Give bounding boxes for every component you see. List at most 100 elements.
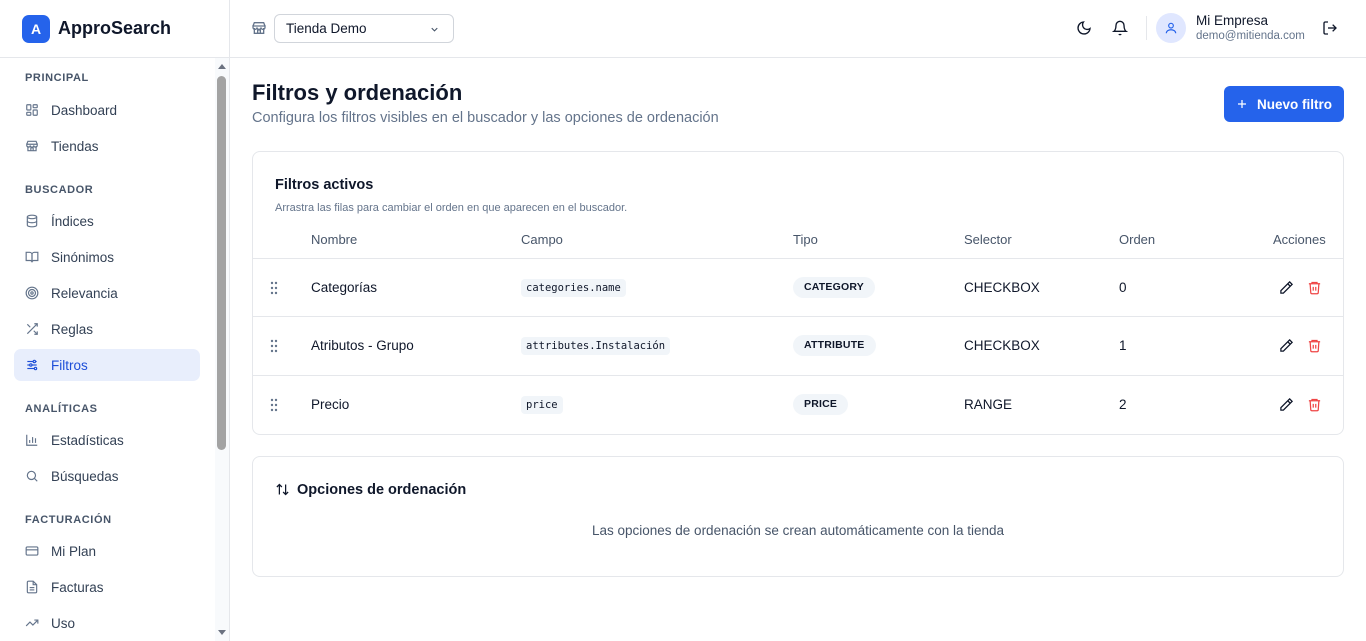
scroll-down-arrow[interactable] xyxy=(218,630,226,635)
section-label-buscador: BUSCADOR xyxy=(25,184,94,196)
filter-field: price xyxy=(521,396,563,414)
sort-arrows-icon xyxy=(276,483,289,496)
trash-icon[interactable] xyxy=(1307,338,1322,353)
pencil-icon[interactable] xyxy=(1279,397,1294,412)
filter-name: Atributos - Grupo xyxy=(311,338,414,353)
brand-logo: A xyxy=(22,14,50,43)
sidebar-nav: PRINCIPAL Dashboard Tiendas BUSCADOR Índ… xyxy=(0,58,215,641)
drag-handle-icon[interactable] xyxy=(270,339,278,353)
filter-name: Precio xyxy=(311,397,350,412)
sort-options-card: Opciones de ordenación Las opciones de o… xyxy=(252,456,1344,577)
sidebar-item-relevancia[interactable]: Relevancia xyxy=(14,277,200,309)
sidebar-item-label: Relevancia xyxy=(51,285,118,301)
table-row[interactable]: Categorías categories.name CATEGORY CHEC… xyxy=(253,258,1343,316)
sidebar-item-label: Índices xyxy=(51,213,94,229)
filter-selector: RANGE xyxy=(964,397,1013,412)
file-text-icon xyxy=(26,580,38,594)
sidebar-scrollbar[interactable] xyxy=(215,58,229,641)
pencil-icon[interactable] xyxy=(1279,280,1294,295)
sidebar-item-filtros[interactable]: Filtros xyxy=(14,349,200,381)
sidebar-item-label: Uso xyxy=(51,615,76,631)
sidebar-item-facturas[interactable]: Facturas xyxy=(14,571,200,603)
column-header-selector: Selector xyxy=(964,232,1012,247)
pencil-icon[interactable] xyxy=(1279,338,1294,353)
sidebar-item-label: Facturas xyxy=(51,579,104,595)
sidebar-item-uso[interactable]: Uso xyxy=(14,607,200,639)
moon-icon[interactable] xyxy=(1076,20,1092,36)
table-row[interactable]: Precio price PRICE RANGE 2 xyxy=(253,375,1343,433)
sidebar-item-dashboard[interactable]: Dashboard xyxy=(14,94,200,126)
bar-chart-icon xyxy=(26,434,38,446)
avatar[interactable] xyxy=(1156,13,1186,43)
filter-selector: CHECKBOX xyxy=(964,280,1040,295)
user-email: demo@mitienda.com xyxy=(1196,30,1305,42)
active-filters-subtitle: Arrastra las filas para cambiar el orden… xyxy=(275,202,628,214)
column-header-tipo: Tipo xyxy=(793,232,818,247)
sidebar-item-label: Dashboard xyxy=(51,102,118,118)
filter-order: 1 xyxy=(1119,338,1127,353)
sidebar-item-reglas[interactable]: Reglas xyxy=(14,313,200,345)
search-icon xyxy=(26,470,38,482)
sidebar: A ApproSearch PRINCIPAL Dashboard Tienda… xyxy=(0,0,230,641)
scrollbar-thumb[interactable] xyxy=(217,76,226,450)
sidebar-item-label: Reglas xyxy=(51,321,94,337)
sort-options-message: Las opciones de ordenación se crean auto… xyxy=(591,523,1005,538)
section-label-facturacion: FACTURACIÓN xyxy=(25,514,112,526)
table-row[interactable]: Atributos - Grupo attributes.Instalación… xyxy=(253,316,1343,374)
shuffle-icon xyxy=(26,323,38,335)
trash-icon[interactable] xyxy=(1307,280,1322,295)
chevron-down-icon xyxy=(431,27,438,32)
user-icon xyxy=(1165,22,1177,34)
new-filter-button[interactable]: Nuevo filtro xyxy=(1224,86,1344,122)
book-icon xyxy=(25,251,39,263)
sidebar-item-label: Sinónimos xyxy=(51,249,115,265)
plus-icon xyxy=(1237,100,1246,108)
filter-name: Categorías xyxy=(311,280,378,295)
credit-card-icon xyxy=(25,546,39,556)
filter-type-badge: ATTRIBUTE xyxy=(793,335,876,356)
sidebar-item-indices[interactable]: Índices xyxy=(14,205,200,237)
main-content: Filtros y ordenación Configura los filtr… xyxy=(230,58,1366,641)
filter-type-badge: CATEGORY xyxy=(793,277,875,298)
column-header-nombre: Nombre xyxy=(311,232,358,247)
user-name: Mi Empresa xyxy=(1196,13,1269,28)
sidebar-item-label: Tiendas xyxy=(51,138,99,154)
scroll-up-arrow[interactable] xyxy=(218,64,226,69)
active-filters-card: Filtros activos Arrastra las filas para … xyxy=(252,151,1344,435)
column-header-orden: Orden xyxy=(1119,232,1156,247)
store-icon xyxy=(26,140,38,152)
new-filter-label: Nuevo filtro xyxy=(1256,96,1332,112)
page-subtitle: Configura los filtros visibles en el bus… xyxy=(252,110,719,126)
filter-order: 2 xyxy=(1119,397,1127,412)
active-filters-title: Filtros activos xyxy=(275,177,374,193)
logout-icon[interactable] xyxy=(1322,20,1338,36)
trash-icon[interactable] xyxy=(1307,397,1322,412)
filter-field: attributes.Instalación xyxy=(521,337,671,355)
sidebar-item-mi-plan[interactable]: Mi Plan xyxy=(14,535,200,567)
sort-options-title: Opciones de ordenación xyxy=(297,482,467,498)
drag-handle-icon[interactable] xyxy=(270,281,278,295)
column-header-acciones: Acciones xyxy=(1273,232,1326,247)
database-icon xyxy=(26,214,38,228)
sidebar-item-tiendas[interactable]: Tiendas xyxy=(14,130,200,162)
topbar-divider xyxy=(1146,16,1147,40)
sidebar-item-sinonimos[interactable]: Sinónimos xyxy=(14,241,200,273)
bell-icon[interactable] xyxy=(1112,20,1128,36)
drag-handle-icon[interactable] xyxy=(270,398,278,412)
store-select-value: Tienda Demo xyxy=(286,21,367,36)
sidebar-item-estadisticas[interactable]: Estadísticas xyxy=(14,424,200,456)
filter-type-badge: PRICE xyxy=(793,394,849,415)
brand-name: ApproSearch xyxy=(58,18,172,38)
sidebar-item-label: Mi Plan xyxy=(51,543,97,559)
topbar: Tienda Demo Mi Empresa demo@mitienda.com xyxy=(230,0,1366,58)
section-label-principal: PRINCIPAL xyxy=(25,72,89,84)
filter-order: 0 xyxy=(1119,280,1127,295)
filter-field: categories.name xyxy=(521,279,626,297)
sidebar-item-busquedas[interactable]: Búsquedas xyxy=(14,460,200,492)
dashboard-icon xyxy=(26,104,38,116)
sliders-icon xyxy=(27,359,38,371)
store-select[interactable]: Tienda Demo xyxy=(274,14,454,43)
filter-selector: CHECKBOX xyxy=(964,338,1040,353)
brand[interactable]: A ApproSearch xyxy=(0,0,229,58)
sidebar-item-label: Filtros xyxy=(51,357,88,373)
